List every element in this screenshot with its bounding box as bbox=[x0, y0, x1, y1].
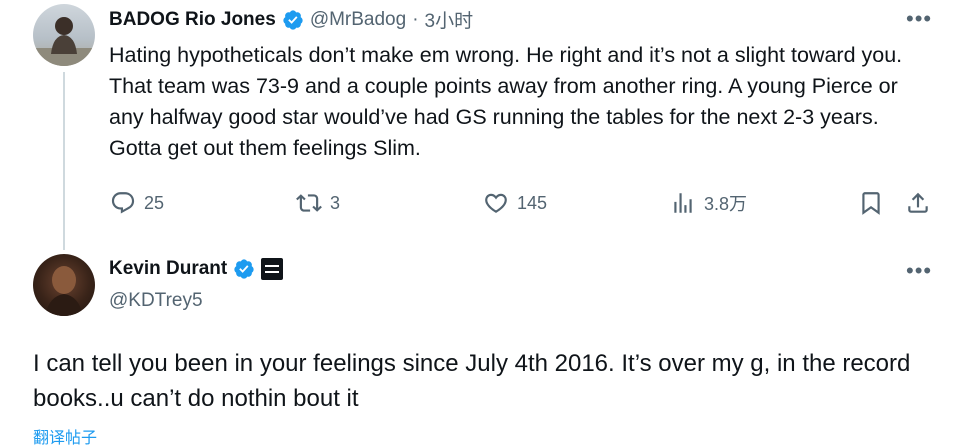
tweet1-body: Hating hypotheticals don’t make em wrong… bbox=[109, 43, 903, 160]
views-count: 3.8万 bbox=[704, 194, 748, 214]
share-icon bbox=[908, 192, 928, 213]
views-button[interactable]: 3.8万 bbox=[670, 190, 747, 216]
retweet-count: 3 bbox=[330, 192, 341, 213]
author-handle[interactable]: @KDTrey5 bbox=[109, 290, 203, 312]
views-icon bbox=[674, 193, 692, 213]
affiliate-badge-icon[interactable] bbox=[261, 258, 284, 280]
reply-button[interactable]: 25 bbox=[110, 190, 164, 216]
retweet-button[interactable]: 3 bbox=[296, 190, 340, 216]
tweet2-header: Kevin Durant bbox=[109, 258, 284, 280]
tweet-time[interactable]: 3小时 bbox=[425, 6, 474, 33]
more-icon[interactable]: ••• bbox=[906, 260, 932, 282]
author-name[interactable]: BADOG Rio Jones bbox=[109, 9, 276, 31]
verified-icon bbox=[283, 9, 303, 30]
like-icon bbox=[485, 193, 507, 213]
verified-icon bbox=[234, 259, 254, 279]
tweet2-body: I can tell you been in your feelings sin… bbox=[33, 350, 911, 412]
separator-dot: · bbox=[412, 8, 419, 30]
bookmark-icon bbox=[862, 192, 880, 215]
avatar-badog[interactable] bbox=[33, 4, 95, 66]
reply-icon bbox=[111, 192, 135, 214]
tweet1-header: BADOG Rio Jones @MrBadog · 3小时 bbox=[109, 6, 473, 33]
like-button[interactable]: 145 bbox=[483, 190, 547, 216]
reply-count: 25 bbox=[144, 192, 165, 213]
avatar-kevin-durant[interactable] bbox=[33, 254, 95, 316]
more-icon[interactable]: ••• bbox=[906, 8, 932, 30]
translate-link[interactable]: 翻译帖子 bbox=[33, 424, 97, 448]
author-handle[interactable]: @MrBadog bbox=[310, 9, 406, 31]
bookmark-button[interactable] bbox=[858, 190, 884, 216]
retweet-icon bbox=[296, 194, 322, 212]
like-count: 145 bbox=[517, 192, 548, 213]
author-name[interactable]: Kevin Durant bbox=[109, 258, 227, 280]
thread-line bbox=[63, 72, 65, 250]
share-button[interactable] bbox=[905, 190, 931, 216]
